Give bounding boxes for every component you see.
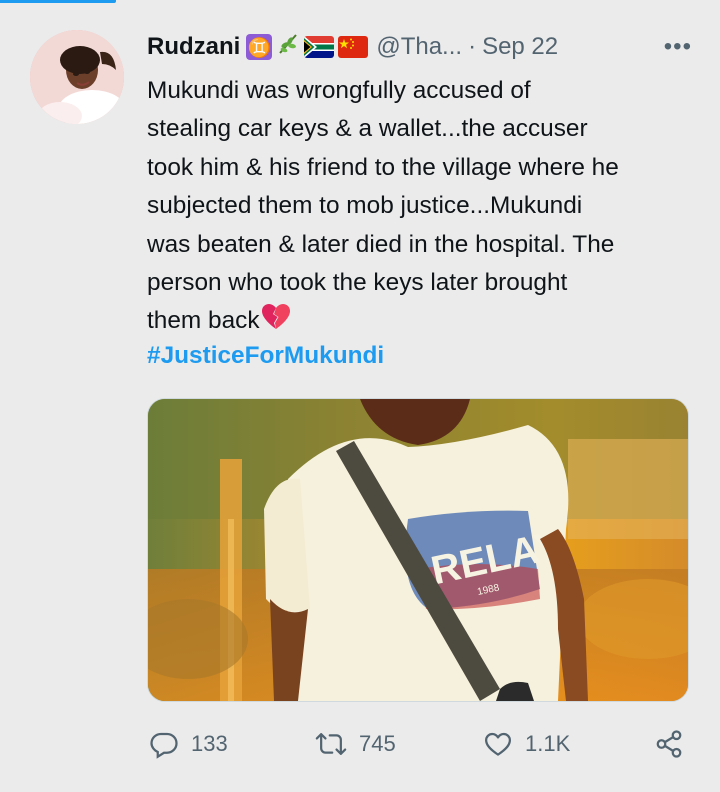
gemini-icon: ♊ — [246, 34, 273, 60]
tweet-text-line: subjected them to mob justice...Mukundi — [147, 192, 583, 220]
tweet-text-line-last: them back — [147, 302, 697, 343]
tweet-text-line: stealing car keys & a wallet...the accus… — [147, 115, 588, 143]
share-icon — [653, 729, 685, 759]
herb-icon — [276, 32, 300, 62]
avatar[interactable] — [30, 30, 124, 124]
reply-count: 133 — [191, 731, 228, 756]
retweet-icon — [315, 729, 347, 759]
like-count: 1.1K — [525, 731, 571, 756]
tweet-text-line: Mukundi was wrongfully accused of — [147, 77, 531, 104]
author-handle[interactable]: @Tha... — [376, 33, 462, 61]
reply-icon — [149, 729, 179, 759]
china-flag-icon — [338, 36, 369, 58]
reply-button[interactable]: 133 — [149, 729, 228, 759]
more-options-icon[interactable]: ••• — [664, 30, 692, 64]
tweet-media-image[interactable]: RELAY 1988 — [147, 398, 689, 702]
tweet-text-line: took him & his friend to the village whe… — [147, 153, 619, 181]
hashtag-link[interactable]: #JusticeForMukundi — [147, 339, 384, 373]
retweet-count: 745 — [359, 731, 396, 756]
avatar-image — [30, 30, 124, 124]
like-button[interactable]: 1.1K — [483, 729, 570, 759]
media-photo: RELAY 1988 — [148, 399, 688, 701]
broken-heart-icon — [261, 303, 291, 343]
tweet-text: Mukundi was wrongfully accused of steali… — [147, 72, 697, 344]
tweet[interactable]: Rudzani ♊ @Tha... · Sep 22 ••• Mukundi w… — [0, 0, 720, 792]
author-emojis: ♊ — [246, 32, 369, 62]
tweet-header: Rudzani ♊ @Tha... · Sep 22 ••• — [147, 30, 692, 64]
south-africa-flag-icon — [304, 36, 335, 58]
share-button[interactable] — [653, 729, 685, 759]
header-separator: · — [468, 33, 477, 60]
tweet-text-line: was beaten & later died in the hospital.… — [147, 230, 615, 258]
heart-icon — [483, 729, 513, 759]
tweet-text-line: person who took the keys later brought — [147, 269, 568, 297]
tweet-date[interactable]: Sep 22 — [482, 33, 558, 61]
tweet-actions: 133 745 1.1K — [147, 726, 692, 762]
author-name[interactable]: Rudzani — [147, 33, 240, 61]
retweet-button[interactable]: 745 — [315, 729, 396, 759]
tweet-text-line: them back — [147, 307, 260, 335]
